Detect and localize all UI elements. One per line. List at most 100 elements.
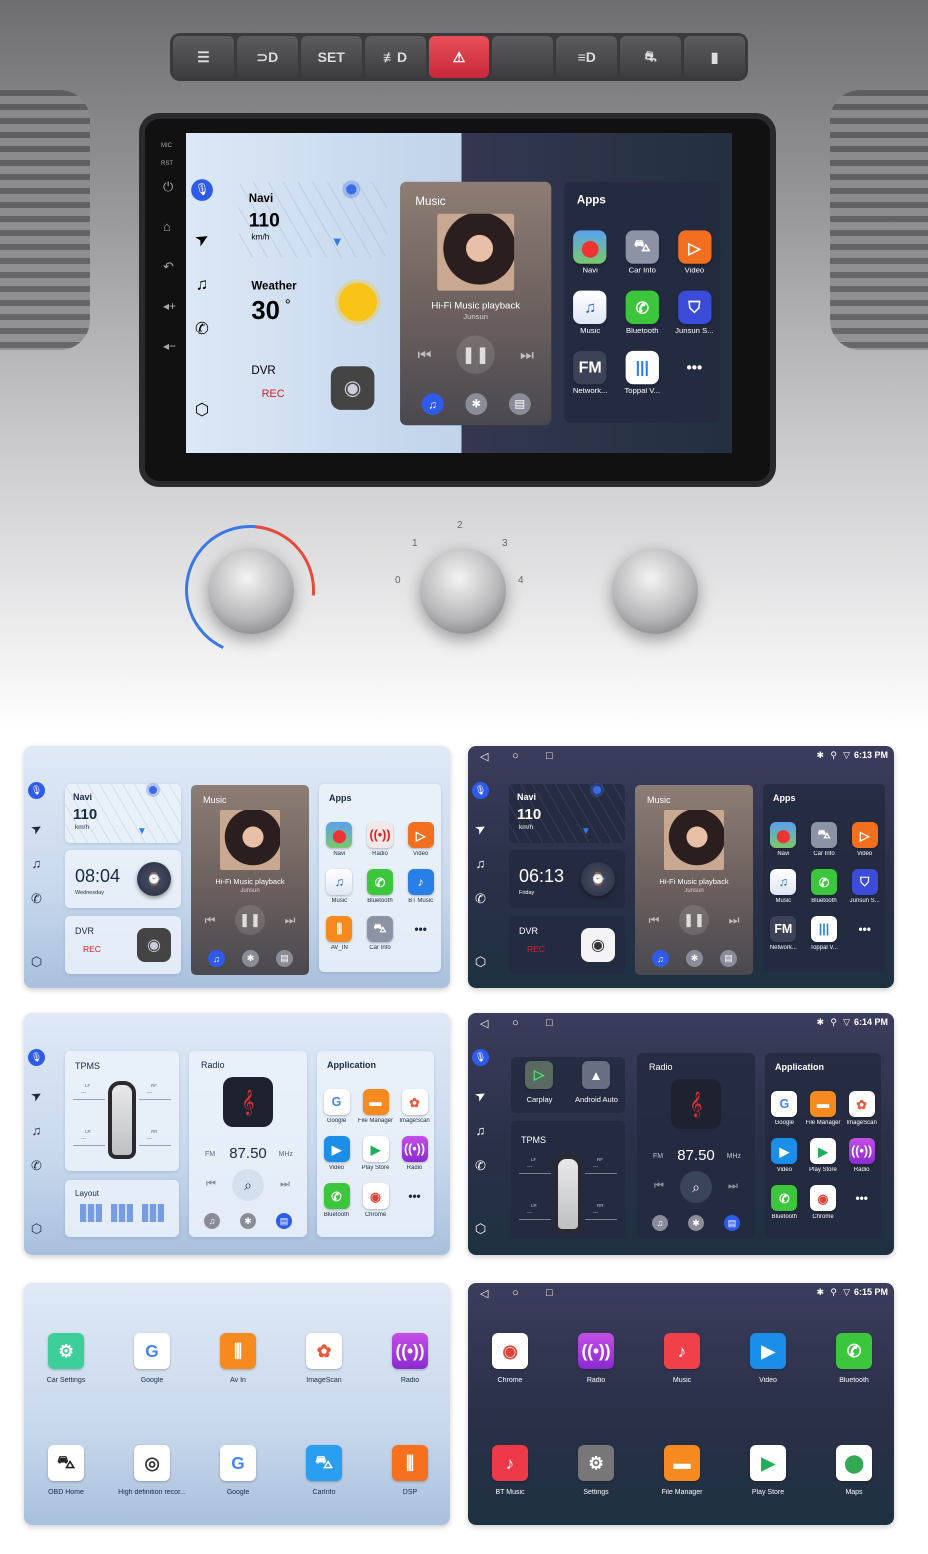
play-store-icon[interactable]: ▶: [810, 1138, 836, 1164]
navi-card[interactable]: Navi 110 km/h ▼: [65, 784, 181, 843]
layout-option[interactable]: [142, 1204, 164, 1222]
phone-icon[interactable]: ✆: [191, 318, 213, 340]
recents-nav-icon[interactable]: □: [546, 1017, 553, 1029]
previous-track-button[interactable]: ⏮: [201, 911, 219, 929]
phone-icon[interactable]: ✆: [472, 1157, 489, 1174]
android-auto-icon[interactable]: ▲: [582, 1061, 610, 1089]
power-button[interactable]: ⏻: [163, 179, 173, 195]
car-settings-icon[interactable]: ⚙: [48, 1333, 84, 1369]
back-nav-icon[interactable]: ◁: [480, 750, 488, 763]
music-note-icon[interactable]: ♫: [472, 855, 489, 872]
radio-source-button[interactable]: ▤: [508, 393, 531, 415]
network-fm-icon[interactable]: FM: [770, 916, 797, 942]
navi-icon[interactable]: ⬤: [573, 230, 607, 264]
imagescan-icon[interactable]: ✿: [306, 1333, 342, 1369]
hardware-button[interactable]: ⚠: [428, 36, 490, 78]
seek-back-button[interactable]: ⏮: [651, 1178, 667, 1194]
home-nav-icon[interactable]: ○: [512, 1287, 519, 1299]
imagescan-icon[interactable]: ✿: [848, 1091, 875, 1117]
video-icon[interactable]: ▷: [407, 822, 434, 848]
fan-speed-knob[interactable]: [420, 548, 506, 634]
pause-button[interactable]: ❚❚: [235, 905, 265, 935]
navigation-icon[interactable]: ➤: [25, 1084, 48, 1107]
bluetooth-icon[interactable]: ✆: [323, 1183, 350, 1209]
bluetooth-icon[interactable]: ✆: [625, 290, 659, 324]
av-in-icon[interactable]: ⫼: [220, 1333, 256, 1369]
video-blue-icon[interactable]: ▶: [771, 1138, 798, 1164]
music-icon[interactable]: ♫: [770, 869, 797, 895]
home-nav-icon[interactable]: ○: [512, 750, 519, 762]
video-blue-icon[interactable]: ▶: [323, 1136, 350, 1162]
bluetooth-source-button[interactable]: ✱: [240, 1213, 256, 1229]
phone-icon[interactable]: ✆: [472, 890, 489, 907]
camera-lens-icon[interactable]: ◎: [134, 1445, 170, 1481]
file-manager-icon[interactable]: ▬: [664, 1445, 700, 1481]
more-icon[interactable]: •••: [678, 351, 711, 384]
bluetooth-icon[interactable]: ✆: [771, 1185, 798, 1211]
apps-cube-icon[interactable]: ⬡: [191, 398, 213, 420]
settings-icon[interactable]: ⚙: [578, 1445, 614, 1481]
junsun-icon[interactable]: ⛉: [677, 290, 712, 324]
navi-icon[interactable]: ⬤: [326, 822, 353, 848]
bluetooth-source-button[interactable]: ✱: [688, 1215, 704, 1231]
video-icon[interactable]: ▷: [677, 230, 712, 264]
file-manager-icon[interactable]: ▬: [362, 1089, 389, 1115]
toppal-icon[interactable]: |||: [625, 350, 659, 385]
music-source-button[interactable]: ♫: [421, 393, 444, 415]
dvr-card[interactable]: DVR REC ◉: [509, 916, 625, 974]
navigation-icon[interactable]: ➤: [469, 817, 492, 840]
home-hw-button[interactable]: ⌂: [163, 219, 171, 234]
music-note-icon[interactable]: ♫: [191, 273, 213, 295]
more-icon[interactable]: •••: [849, 1185, 875, 1211]
back-nav-icon[interactable]: ◁: [480, 1287, 488, 1300]
navigation-icon[interactable]: ➤: [187, 224, 217, 254]
radio-source-button[interactable]: ▤: [720, 950, 737, 967]
chrome-icon[interactable]: ◉: [492, 1333, 528, 1369]
music-icon[interactable]: ♫: [573, 290, 607, 324]
music-source-button[interactable]: ♫: [208, 950, 225, 967]
layout-option[interactable]: [111, 1204, 133, 1222]
radio-source-button[interactable]: ▤: [276, 950, 293, 967]
seek-forward-button[interactable]: ⏭: [725, 1178, 741, 1194]
navi-card[interactable]: Navi 110 km/h ▼: [238, 181, 388, 258]
bluetooth-icon[interactable]: ✆: [811, 869, 837, 895]
clock-card[interactable]: 08:04 Wednesday ⌚: [65, 850, 181, 908]
navi-card[interactable]: Navi 110 km/h ▼: [509, 784, 625, 843]
microphone-icon[interactable]: 🎙: [472, 1049, 489, 1066]
junsun-icon[interactable]: ⛉: [851, 869, 878, 895]
recents-nav-icon[interactable]: □: [546, 750, 553, 762]
car-info-icon[interactable]: ⛍: [811, 822, 837, 848]
music-source-button[interactable]: ♫: [652, 950, 669, 967]
navigation-icon[interactable]: ➤: [25, 817, 48, 840]
microphone-icon[interactable]: 🎙: [472, 782, 489, 799]
seek-back-button[interactable]: ⏮: [203, 1176, 219, 1192]
carinfo-blue-icon[interactable]: ⛍: [306, 1445, 342, 1481]
projection-label[interactable]: Android Auto: [568, 1095, 625, 1104]
maps-icon[interactable]: ⬤: [836, 1445, 872, 1481]
search-button[interactable]: ⌕: [232, 1169, 264, 1201]
apps-cube-icon[interactable]: ⬡: [472, 953, 489, 970]
bluetooth-icon[interactable]: ✆: [836, 1333, 872, 1369]
next-track-button[interactable]: ⏭: [281, 911, 299, 929]
file-manager-icon[interactable]: ▬: [810, 1091, 836, 1117]
dsp-icon[interactable]: ⫼: [392, 1445, 428, 1481]
apps-cube-icon[interactable]: ⬡: [472, 1220, 489, 1237]
apps-cube-icon[interactable]: ⬡: [28, 1220, 45, 1237]
bluetooth-icon[interactable]: ✆: [367, 869, 393, 895]
microphone-icon[interactable]: 🎙: [191, 179, 213, 201]
more-icon[interactable]: •••: [408, 916, 434, 942]
hardware-button[interactable]: SET: [300, 36, 362, 78]
radio-red-icon[interactable]: ((•)): [367, 822, 393, 848]
search-button[interactable]: ⌕: [680, 1171, 712, 1203]
clock-card[interactable]: 06:13 Friday ⌚: [509, 850, 625, 908]
next-track-button[interactable]: ⏭: [725, 911, 743, 929]
music-note-icon[interactable]: ♫: [472, 1122, 489, 1139]
air-direction-knob[interactable]: [612, 548, 698, 634]
carplay-icon[interactable]: ▷: [525, 1061, 553, 1089]
bluetooth-source-button[interactable]: ✱: [242, 950, 259, 967]
microphone-icon[interactable]: 🎙: [28, 1049, 45, 1066]
radio-source-button[interactable]: ▤: [276, 1213, 292, 1229]
projection-label[interactable]: Carplay: [511, 1095, 568, 1104]
recents-nav-icon[interactable]: □: [546, 1287, 553, 1299]
layout-card[interactable]: Layout: [65, 1180, 179, 1237]
